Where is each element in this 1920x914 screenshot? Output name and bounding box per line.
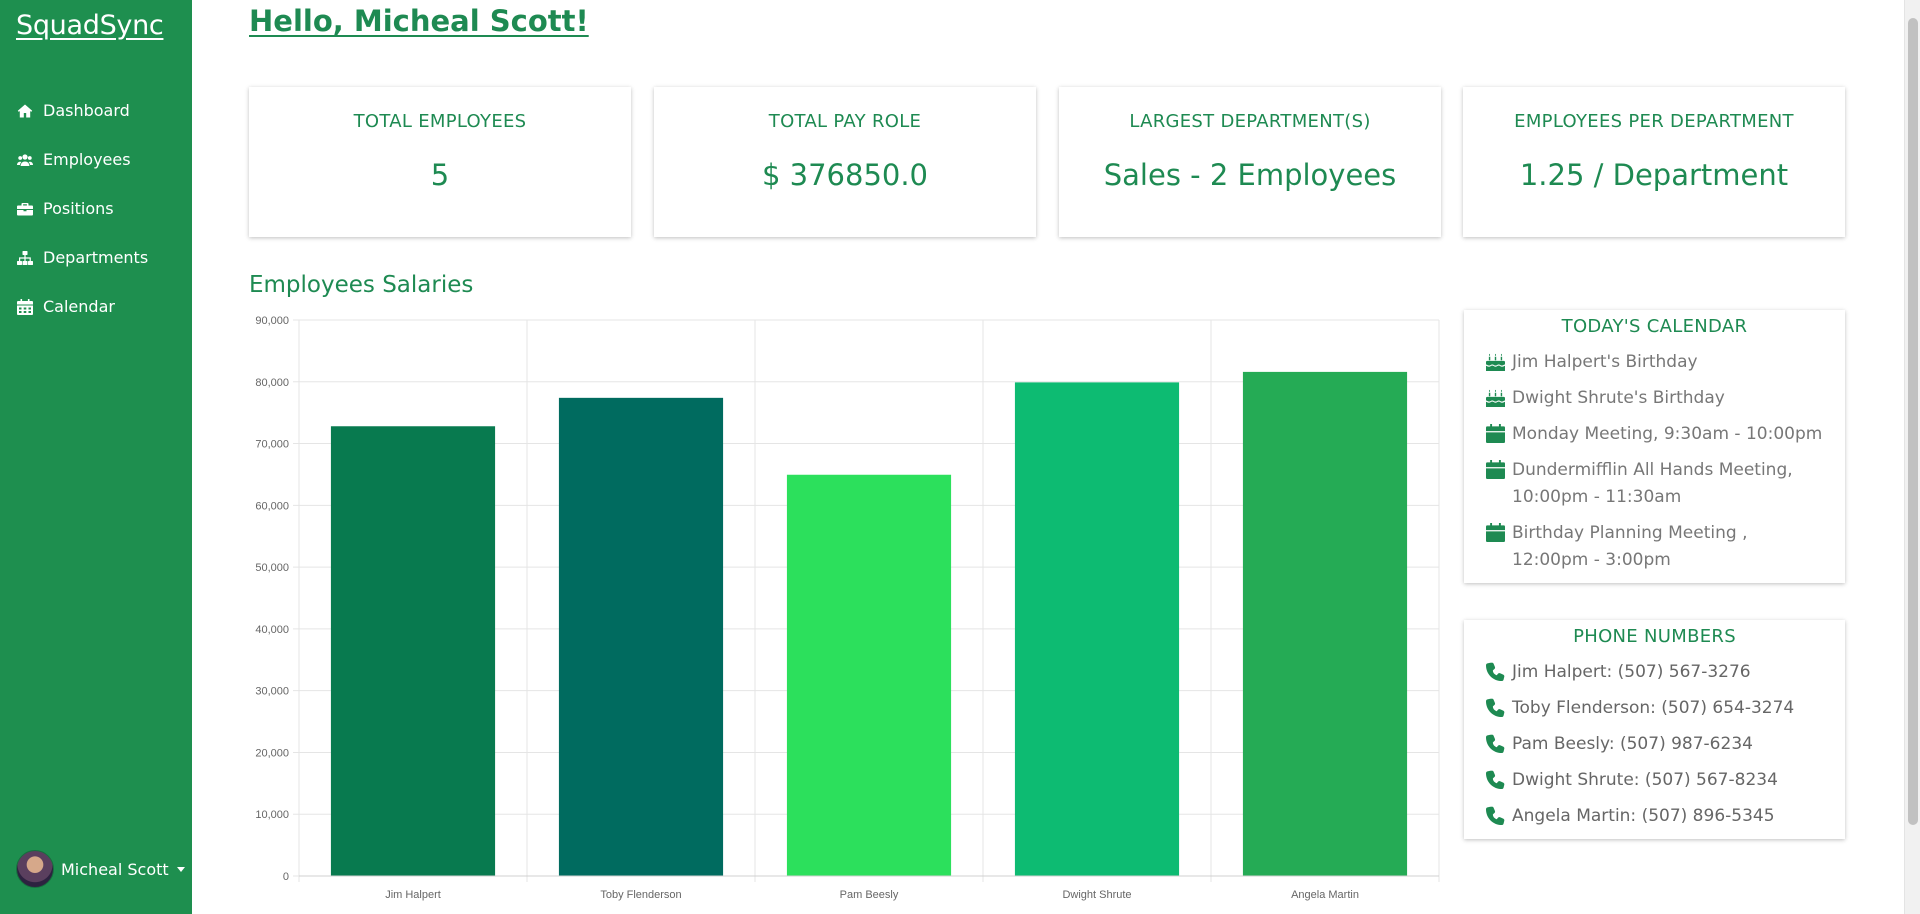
sidebar-nav: Dashboard Employees Positions Department… — [0, 86, 192, 331]
phone-list: Jim Halpert: (507) 567-3276 Toby Flenders… — [1464, 647, 1845, 830]
calendar-icon — [1484, 457, 1506, 479]
x-tick-label: Dwight Shrute — [1062, 889, 1131, 901]
todays-calendar-panel: TODAY'S CALENDAR Jim Halpert's Birthday D… — [1464, 310, 1845, 583]
sidebar-item-departments[interactable]: Departments — [0, 233, 192, 282]
chart-bar — [558, 397, 724, 876]
sidebar-item-dashboard[interactable]: Dashboard — [0, 86, 192, 135]
phone-item: Pam Beesly: (507) 987-6234 — [1484, 731, 1825, 758]
y-tick-label: 40,000 — [255, 624, 289, 636]
calendar-icon — [1484, 520, 1506, 542]
x-tick-label: Pam Beesly — [840, 889, 899, 901]
calendar-item-text: Dwight Shrute's Birthday — [1512, 388, 1725, 408]
sidebar-item-label: Calendar — [43, 297, 115, 316]
phone-item-text: Jim Halpert: (507) 567-3276 — [1512, 662, 1751, 682]
phone-item: Dwight Shrute: (507) 567-8234 — [1484, 767, 1825, 794]
avatar — [16, 850, 54, 888]
stat-label: TOTAL PAY ROLE — [768, 111, 922, 132]
sidebar-item-employees[interactable]: Employees — [0, 135, 192, 184]
stat-card-employees-per-department: EMPLOYEES PER DEPARTMENT 1.25 / Departme… — [1463, 87, 1845, 237]
stat-value: 1.25 / Department — [1519, 158, 1789, 192]
phone-icon — [1484, 659, 1506, 681]
phone-item: Angela Martin: (507) 896-5345 — [1484, 803, 1825, 830]
y-tick-label: 50,000 — [255, 562, 289, 574]
chevron-down-icon — [176, 866, 185, 872]
x-tick-label: Angela Martin — [1291, 889, 1359, 901]
y-tick-label: 80,000 — [255, 377, 289, 389]
x-tick-label: Toby Flenderson — [600, 889, 681, 901]
chart-bar — [330, 426, 496, 876]
stat-card-largest-department: LARGEST DEPARTMENT(S) Sales - 2 Employee… — [1059, 87, 1441, 237]
phone-icon — [1484, 803, 1506, 825]
phone-item-text: Pam Beesly: (507) 987-6234 — [1512, 734, 1753, 754]
calendar-item-text: Dundermifflin All Hands Meeting, 10:00pm… — [1512, 460, 1793, 507]
phone-icon — [1484, 695, 1506, 717]
phone-item-text: Angela Martin: (507) 896-5345 — [1512, 806, 1775, 826]
phone-item: Toby Flenderson: (507) 654-3274 — [1484, 695, 1825, 722]
chart-bar — [786, 474, 952, 876]
stat-value: 5 — [430, 158, 450, 192]
y-tick-label: 70,000 — [255, 439, 289, 451]
calendar-item: Jim Halpert's Birthday — [1484, 349, 1825, 376]
page-scrollbar[interactable] — [1904, 0, 1920, 914]
stat-label: LARGEST DEPARTMENT(S) — [1129, 111, 1371, 132]
sitemap-icon — [16, 249, 34, 267]
calendar-item: Dwight Shrute's Birthday — [1484, 385, 1825, 412]
calendar-icon — [16, 298, 34, 316]
calendar-item: Dundermifflin All Hands Meeting, 10:00pm… — [1484, 457, 1825, 511]
phone-icon — [1484, 731, 1506, 753]
stat-label: TOTAL EMPLOYEES — [353, 111, 527, 132]
stat-label: EMPLOYEES PER DEPARTMENT — [1514, 111, 1794, 132]
users-icon — [16, 151, 34, 169]
sidebar-item-label: Dashboard — [43, 101, 130, 120]
user-name: Micheal Scott — [61, 859, 169, 879]
calendar-item: Birthday Planning Meeting , 12:00pm - 3:… — [1484, 520, 1825, 574]
sidebar-item-label: Employees — [43, 150, 131, 169]
panel-title: TODAY'S CALENDAR — [1561, 316, 1748, 337]
y-tick-label: 10,000 — [255, 809, 289, 821]
calendar-item-text: Jim Halpert's Birthday — [1512, 352, 1698, 372]
calendar-icon — [1484, 421, 1506, 443]
sidebar-item-positions[interactable]: Positions — [0, 184, 192, 233]
sidebar-item-calendar[interactable]: Calendar — [0, 282, 192, 331]
y-tick-label: 20,000 — [255, 747, 289, 759]
birthday-cake-icon — [1484, 385, 1506, 407]
phone-item-text: Dwight Shrute: (507) 567-8234 — [1512, 770, 1778, 790]
y-tick-label: 30,000 — [255, 686, 289, 698]
y-tick-label: 60,000 — [255, 500, 289, 512]
stat-value: $ 376850.0 — [761, 158, 929, 192]
scrollbar-thumb[interactable] — [1908, 18, 1918, 825]
chart-bar — [1014, 382, 1180, 876]
home-icon — [16, 102, 34, 120]
calendar-list: Jim Halpert's Birthday Dwight Shrute's Bi… — [1464, 337, 1845, 574]
stat-card-total-employees: TOTAL EMPLOYEES 5 — [249, 87, 631, 237]
x-tick-label: Jim Halpert — [385, 889, 441, 901]
calendar-item-text: Monday Meeting, 9:30am - 10:00pm — [1512, 424, 1823, 444]
sidebar-item-label: Departments — [43, 248, 149, 267]
panel-title: PHONE NUMBERS — [1573, 626, 1736, 647]
user-menu-toggle[interactable]: Micheal Scott — [16, 850, 185, 888]
sidebar-item-label: Positions — [43, 199, 114, 218]
page-title: Hello, Micheal Scott! — [249, 4, 589, 38]
birthday-cake-icon — [1484, 349, 1506, 371]
chart-bar — [1242, 371, 1408, 876]
sidebar: SquadSync Dashboard Employees Positions … — [0, 0, 192, 914]
calendar-item: Monday Meeting, 9:30am - 10:00pm — [1484, 421, 1825, 448]
phone-icon — [1484, 767, 1506, 789]
calendar-item-text: Birthday Planning Meeting , 12:00pm - 3:… — [1512, 523, 1748, 570]
y-tick-label: 0 — [283, 871, 289, 883]
phone-item: Jim Halpert: (507) 567-3276 — [1484, 659, 1825, 686]
brand-logo-link[interactable]: SquadSync — [16, 10, 164, 41]
y-tick-label: 90,000 — [255, 315, 289, 327]
phone-item-text: Toby Flenderson: (507) 654-3274 — [1512, 698, 1795, 718]
briefcase-icon — [16, 200, 34, 218]
salary-bar-chart: 0 10,000 20,000 30,000 40,000 50,000 60,000 70,… — [255, 315, 1440, 901]
stat-value: Sales - 2 Employees — [1103, 158, 1397, 192]
chart-title: Employees Salaries — [249, 272, 474, 298]
stat-card-total-pay-role: TOTAL PAY ROLE $ 376850.0 — [654, 87, 1036, 237]
phone-numbers-panel: PHONE NUMBERS Jim Halpert: (507) 567-327… — [1464, 620, 1845, 839]
